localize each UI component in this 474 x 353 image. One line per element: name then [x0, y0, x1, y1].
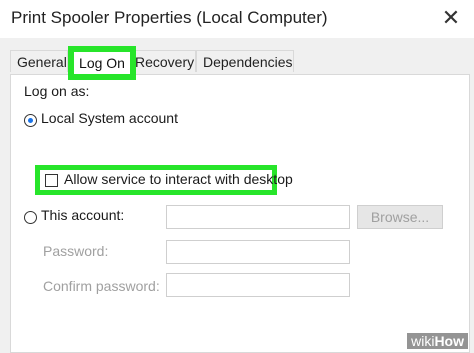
tab-dependencies[interactable]: Dependencies — [196, 50, 294, 72]
local-system-radio[interactable] — [24, 114, 37, 127]
dialog-body: General Recovery Dependencies Log On Log… — [0, 38, 474, 353]
close-icon: ✕ — [441, 5, 461, 30]
allow-interact-checkbox[interactable] — [45, 174, 58, 187]
this-account-input[interactable] — [166, 205, 350, 229]
log-on-as-label: Log on as: — [24, 83, 90, 99]
password-label: Password: — [43, 243, 109, 259]
local-system-label[interactable]: Local System account — [41, 110, 178, 126]
title-bar: Print Spooler Properties (Local Computer… — [0, 0, 474, 38]
window-title: Print Spooler Properties (Local Computer… — [11, 8, 328, 27]
tab-logon-label: Log On — [79, 55, 125, 71]
logon-panel: Log on as: Local System account Allow se… — [10, 74, 470, 353]
tab-recovery[interactable]: Recovery — [128, 50, 196, 72]
confirm-password-label: Confirm password: — [43, 278, 160, 294]
browse-button[interactable]: Browse... — [357, 205, 443, 229]
wikihow-watermark: wikiHow — [407, 333, 468, 349]
allow-interact-highlight: Allow service to interact with desktop — [35, 165, 293, 195]
watermark-prefix: wiki — [411, 333, 435, 349]
this-account-label[interactable]: This account: — [41, 207, 124, 223]
allow-interact-label[interactable]: Allow service to interact with desktop — [64, 171, 293, 187]
watermark-suffix: How — [434, 333, 464, 349]
tab-general[interactable]: General — [10, 50, 68, 72]
tab-strip: General Recovery Dependencies Log On — [10, 46, 470, 80]
close-button[interactable]: ✕ — [428, 0, 474, 36]
password-input[interactable] — [166, 240, 350, 264]
this-account-radio[interactable] — [24, 211, 37, 224]
confirm-password-input[interactable] — [166, 273, 350, 297]
tab-logon[interactable]: Log On — [68, 46, 136, 80]
